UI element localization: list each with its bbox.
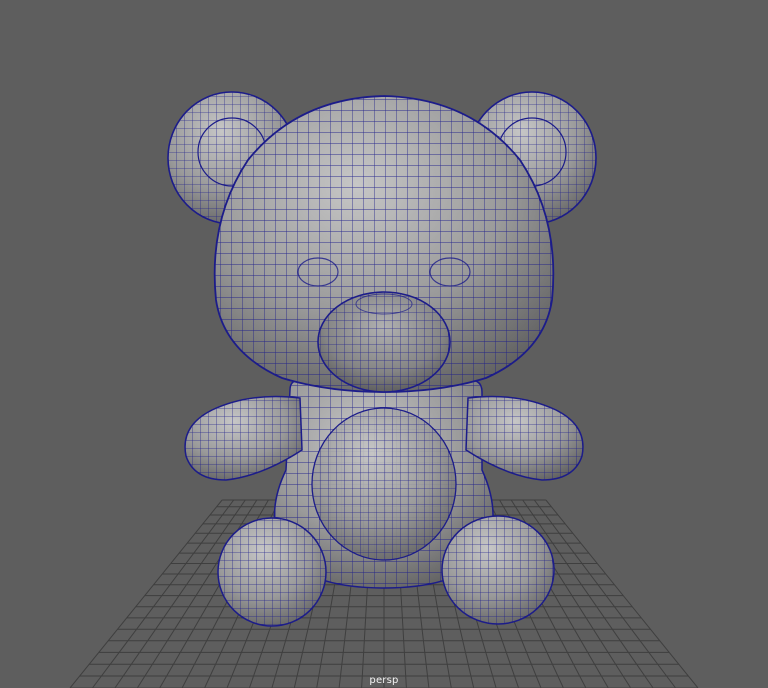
arm-left[interactable] (184, 395, 303, 481)
arm-right[interactable] (465, 395, 584, 481)
leg-right[interactable] (441, 515, 555, 625)
perspective-viewport[interactable]: persp (0, 0, 768, 688)
snout[interactable] (317, 291, 451, 393)
viewport-scene[interactable] (0, 0, 768, 688)
leg-left[interactable] (217, 517, 327, 627)
